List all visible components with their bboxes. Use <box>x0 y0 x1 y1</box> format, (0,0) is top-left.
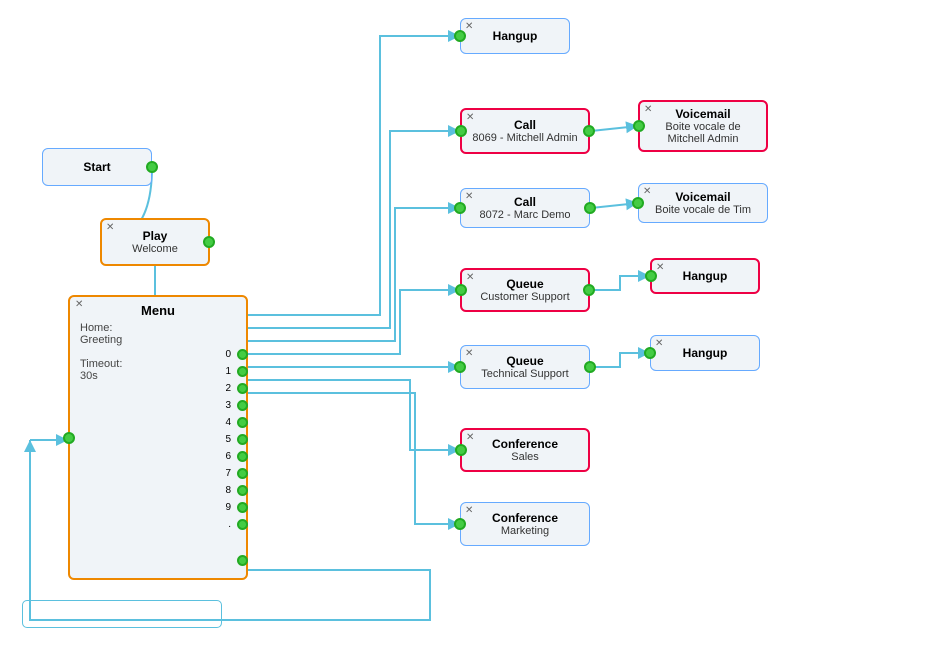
call8069-close-icon[interactable]: ✕ <box>466 112 474 123</box>
menu-port-0[interactable]: 0 <box>225 349 248 360</box>
menu-home-label: Home: <box>80 322 236 334</box>
menu-port-2[interactable]: 2 <box>225 383 248 394</box>
call8069-in-port[interactable] <box>455 125 467 137</box>
conf-sales-in-port[interactable] <box>455 444 467 456</box>
conf-mktg-node[interactable]: ✕ Conference Marketing <box>460 502 590 546</box>
menu-title: Menu <box>80 303 236 318</box>
queue-ts-out-port[interactable] <box>584 361 596 373</box>
queue-cs-title: Queue <box>506 277 543 291</box>
voicemail2-node[interactable]: ✕ Voicemail Boite vocale de Tim <box>638 183 768 223</box>
call8069-out-port[interactable] <box>583 125 595 137</box>
play-title: Play <box>143 229 168 243</box>
menu-30s-label: 30s <box>80 370 236 382</box>
queue-ts-subtitle: Technical Support <box>481 368 568 380</box>
start-node[interactable]: Start <box>42 148 152 186</box>
menu-port-4[interactable]: 4 <box>225 417 248 428</box>
menu-port-timeout[interactable] <box>233 555 248 566</box>
menu-port-1[interactable]: 1 <box>225 366 248 377</box>
voicemail1-node[interactable]: ✕ Voicemail Boite vocale de Mitchell Adm… <box>638 100 768 152</box>
voicemail1-title: Voicemail <box>675 107 730 121</box>
call8072-node[interactable]: ✕ Call 8072 - Marc Demo <box>460 188 590 228</box>
menu-port-5[interactable]: 5 <box>225 434 248 445</box>
hangup3-node[interactable]: ✕ Hangup <box>650 335 760 371</box>
queue-ts-node[interactable]: ✕ Queue Technical Support <box>460 345 590 389</box>
call8069-subtitle: 8069 - Mitchell Admin <box>472 132 577 144</box>
menu-port-8[interactable]: 8 <box>225 485 248 496</box>
menu-greeting-label: Greeting <box>80 334 236 346</box>
play-out-port[interactable] <box>203 236 215 248</box>
queue-cs-close-icon[interactable]: ✕ <box>466 272 474 283</box>
loop-indicator <box>22 600 222 628</box>
queue-cs-in-port[interactable] <box>455 284 467 296</box>
hangup1-node[interactable]: ✕ Hangup <box>460 18 570 54</box>
menu-port-9[interactable]: 9 <box>225 502 248 513</box>
queue-cs-out-port[interactable] <box>583 284 595 296</box>
menu-port-3[interactable]: 3 <box>225 400 248 411</box>
conf-mktg-in-port[interactable] <box>454 518 466 530</box>
call8072-subtitle: 8072 - Marc Demo <box>479 209 570 221</box>
hangup1-in-port[interactable] <box>454 30 466 42</box>
hangup2-title: Hangup <box>683 269 728 283</box>
hangup1-title: Hangup <box>493 29 538 43</box>
hangup3-in-port[interactable] <box>644 347 656 359</box>
voicemail1-in-port[interactable] <box>633 120 645 132</box>
menu-timeout-label: Timeout: <box>80 358 236 370</box>
call8069-title: Call <box>514 118 536 132</box>
hangup1-close-icon[interactable]: ✕ <box>465 21 473 32</box>
menu-in-port[interactable] <box>63 432 75 444</box>
conf-mktg-close-icon[interactable]: ✕ <box>465 505 473 516</box>
hangup2-node[interactable]: ✕ Hangup <box>650 258 760 294</box>
menu-node[interactable]: ✕ Menu Home: Greeting Timeout: 30s 0 1 2… <box>68 295 248 580</box>
conf-mktg-title: Conference <box>492 511 558 525</box>
conf-sales-subtitle: Sales <box>511 451 539 463</box>
start-out-port[interactable] <box>146 161 158 173</box>
conf-mktg-subtitle: Marketing <box>501 525 549 537</box>
voicemail1-close-icon[interactable]: ✕ <box>644 104 652 115</box>
queue-ts-title: Queue <box>506 354 543 368</box>
play-close-icon[interactable]: ✕ <box>106 222 114 233</box>
call8072-out-port[interactable] <box>584 202 596 214</box>
play-node[interactable]: ✕ Play Welcome <box>100 218 210 266</box>
menu-close-icon[interactable]: ✕ <box>75 299 83 310</box>
queue-cs-subtitle: Customer Support <box>480 291 569 303</box>
call8072-in-port[interactable] <box>454 202 466 214</box>
hangup3-title: Hangup <box>683 346 728 360</box>
voicemail2-subtitle: Boite vocale de Tim <box>655 204 751 216</box>
conf-sales-node[interactable]: ✕ Conference Sales <box>460 428 590 472</box>
voicemail2-in-port[interactable] <box>632 197 644 209</box>
call8072-title: Call <box>514 195 536 209</box>
menu-port-7[interactable]: 7 <box>225 468 248 479</box>
voicemail1-subtitle: Boite vocale de Mitchell Admin <box>665 121 740 145</box>
queue-cs-node[interactable]: ✕ Queue Customer Support <box>460 268 590 312</box>
hangup3-close-icon[interactable]: ✕ <box>655 338 663 349</box>
queue-ts-in-port[interactable] <box>454 361 466 373</box>
menu-port-6[interactable]: 6 <box>225 451 248 462</box>
play-subtitle: Welcome <box>132 243 178 255</box>
conf-sales-close-icon[interactable]: ✕ <box>466 432 474 443</box>
hangup2-close-icon[interactable]: ✕ <box>656 262 664 273</box>
call8072-close-icon[interactable]: ✕ <box>465 191 473 202</box>
voicemail2-title: Voicemail <box>675 190 730 204</box>
conf-sales-title: Conference <box>492 437 558 451</box>
menu-port-dot[interactable]: . <box>228 519 248 530</box>
queue-ts-close-icon[interactable]: ✕ <box>465 348 473 359</box>
start-label: Start <box>83 160 110 174</box>
hangup2-in-port[interactable] <box>645 270 657 282</box>
voicemail2-close-icon[interactable]: ✕ <box>643 186 651 197</box>
call8069-node[interactable]: ✕ Call 8069 - Mitchell Admin <box>460 108 590 154</box>
